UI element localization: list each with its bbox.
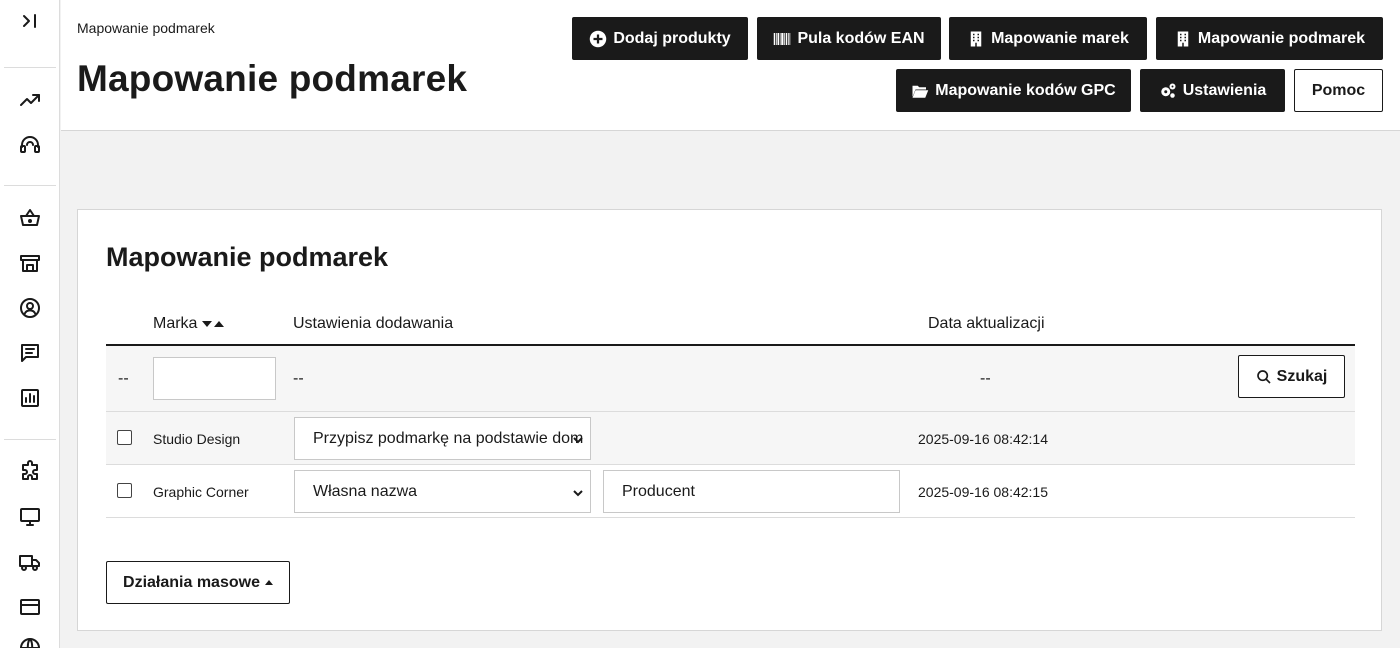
- breadcrumb[interactable]: Mapowanie podmarek: [77, 20, 215, 36]
- sidebar: [0, 0, 60, 648]
- building-icon: [970, 31, 982, 46]
- headset-icon[interactable]: [16, 131, 44, 159]
- globe-icon[interactable]: [16, 634, 44, 648]
- basket-icon[interactable]: [16, 204, 44, 232]
- sidebar-divider: [4, 67, 56, 68]
- row-brand: Graphic Corner: [153, 484, 249, 500]
- add-settings-select-value: Przypisz podmarkę na podstawie dom: [313, 429, 584, 447]
- add-settings-select[interactable]: Własna nazwa: [294, 470, 591, 513]
- row-brand: Studio Design: [153, 431, 241, 447]
- add-products-button[interactable]: Dodaj produkty: [572, 17, 748, 60]
- row-checkbox[interactable]: [117, 430, 132, 445]
- building-icon: [1177, 31, 1189, 46]
- help-button[interactable]: Pomoc: [1294, 69, 1383, 112]
- brand-filter-input[interactable]: [153, 357, 276, 400]
- gears-icon: [1160, 83, 1176, 98]
- row-updated: 2025-09-16 08:42:15: [918, 484, 1048, 500]
- expand-sidebar-icon[interactable]: [16, 7, 44, 35]
- table-row: Studio Design Przypisz podmarkę na podst…: [106, 412, 1355, 465]
- add-settings-select[interactable]: Przypisz podmarkę na podstawie dom: [294, 417, 591, 460]
- sidebar-divider: [4, 185, 56, 186]
- trending-icon[interactable]: [16, 86, 44, 114]
- checkbox-filter-placeholder: --: [118, 370, 129, 387]
- credit-card-icon[interactable]: [16, 593, 44, 621]
- subbrand-mapping-card: Mapowanie podmarek Marka Ustawienia doda…: [77, 209, 1382, 631]
- column-header-updated: Data aktualizacji: [928, 315, 1045, 332]
- subbrand-mapping-label: Mapowanie podmarek: [1197, 29, 1366, 47]
- monitor-icon[interactable]: [16, 503, 44, 531]
- chevron-down-icon: [572, 433, 584, 445]
- row-updated: 2025-09-16 08:42:14: [918, 431, 1048, 447]
- sort-asc-icon[interactable]: [214, 320, 225, 327]
- brand-mapping-button[interactable]: Mapowanie marek: [949, 17, 1147, 60]
- updated-filter-placeholder: --: [980, 370, 991, 387]
- sidebar-divider: [4, 439, 56, 440]
- plus-circle-icon: [590, 30, 607, 47]
- gpc-mapping-button[interactable]: Mapowanie kodów GPC: [896, 69, 1131, 112]
- subbrand-mapping-button[interactable]: Mapowanie podmarek: [1156, 17, 1383, 60]
- table-row: Graphic Corner Własna nazwa Producent 20…: [106, 465, 1355, 518]
- caret-up-icon: [264, 580, 273, 585]
- store-icon[interactable]: [16, 249, 44, 277]
- folder-open-icon: [912, 85, 929, 98]
- gpc-mapping-label: Mapowanie kodów GPC: [935, 81, 1116, 99]
- chevron-down-icon: [572, 486, 584, 498]
- page-header: Mapowanie podmarek Mapowanie podmarek Do…: [61, 0, 1400, 131]
- bulk-actions-label: Działania masowe: [123, 573, 260, 591]
- truck-icon[interactable]: [16, 548, 44, 576]
- add-products-label: Dodaj produkty: [613, 29, 731, 47]
- puzzle-icon[interactable]: [16, 458, 44, 486]
- settings-button[interactable]: Ustawienia: [1140, 69, 1285, 112]
- add-settings-select-value: Własna nazwa: [313, 482, 418, 500]
- column-header-add-settings: Ustawienia dodawania: [293, 315, 454, 332]
- add-settings-filter-placeholder: --: [293, 370, 304, 387]
- card-title: Mapowanie podmarek: [106, 242, 389, 272]
- custom-name-input[interactable]: Producent: [603, 470, 900, 513]
- row-checkbox[interactable]: [117, 483, 132, 498]
- filter-row: -- -- --: [106, 346, 1355, 412]
- search-button[interactable]: Szukaj: [1238, 355, 1345, 398]
- brand-mapping-label: Mapowanie marek: [991, 29, 1129, 47]
- column-header-brand[interactable]: Marka: [153, 315, 225, 333]
- settings-label: Ustawienia: [1182, 81, 1267, 99]
- ean-pool-button[interactable]: Pula kodów EAN: [757, 17, 941, 60]
- user-icon[interactable]: [16, 294, 44, 322]
- brand-column-label: Marka: [153, 315, 198, 332]
- bulk-actions-button[interactable]: Działania masowe: [106, 561, 290, 604]
- chart-icon[interactable]: [16, 384, 44, 412]
- page-title: Mapowanie podmarek: [77, 58, 468, 99]
- chat-icon[interactable]: [16, 339, 44, 367]
- search-icon: [1256, 369, 1271, 384]
- sort-desc-icon[interactable]: [202, 320, 213, 327]
- barcode-icon: [774, 32, 791, 45]
- ean-pool-label: Pula kodów EAN: [797, 29, 925, 47]
- search-label: Szukaj: [1276, 367, 1328, 385]
